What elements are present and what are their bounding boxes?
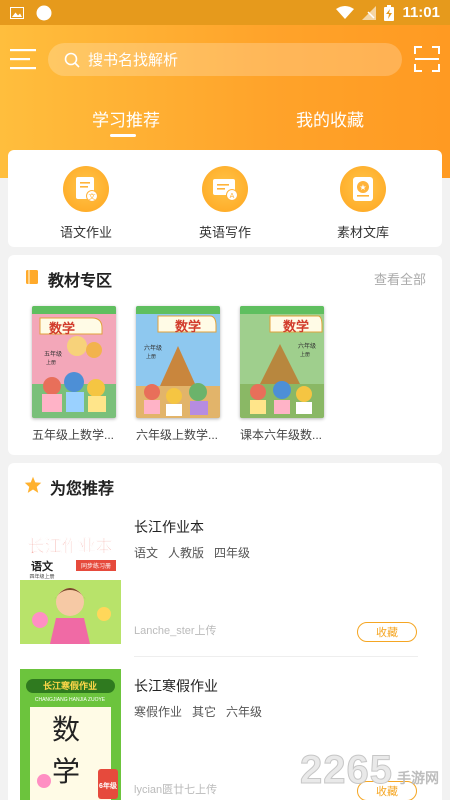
cover-pinyin: CHANGJIANG HANJIA ZUOYE [35, 697, 106, 703]
divider [134, 656, 418, 657]
recommend-title: 长江作业本 [134, 519, 204, 535]
tag: 语文 [134, 546, 159, 560]
cover-subject: 语文 [31, 559, 54, 573]
search-icon [64, 52, 80, 68]
no-signal-icon [362, 5, 377, 20]
search-placeholder: 搜书名找解析 [88, 52, 179, 69]
textbook-title: 六年级上数学... [136, 428, 219, 442]
tab-bar: 学习推荐 我的收藏 [0, 100, 450, 144]
watermark-number: 2265 [300, 748, 393, 793]
tab-study-recommend[interactable]: 学习推荐 [92, 106, 160, 131]
cover-title: 数学 [49, 321, 75, 336]
battery-charging-icon [384, 4, 395, 21]
tag: 四年级 [214, 546, 251, 560]
recommend-tags: 寒假作业 其它 六年级 [134, 703, 262, 720]
status-time: 11:01 [402, 4, 440, 21]
active-tab-indicator [110, 134, 136, 137]
section-title-text: 教材专区 [48, 273, 113, 290]
cover-grade: 五年级 [44, 350, 62, 358]
notification-dot-icon [36, 5, 52, 21]
chinese-homework-icon: 文 [63, 166, 109, 212]
gallery-icon [10, 6, 24, 19]
tab-my-favorites[interactable]: 我的收藏 [296, 106, 364, 131]
quick-action-label: 语文作业 [59, 225, 112, 240]
scan-icon[interactable] [414, 46, 440, 72]
english-glyph: A [230, 193, 235, 200]
material-library-icon: ★ [340, 166, 386, 212]
watermark-text: 手游网 [396, 770, 439, 786]
textbook-cover: 数学 六年级 上册 [136, 306, 220, 418]
textbook-cover: 数学 六年级 上册 [240, 306, 324, 418]
textbook-title: 五年级上数学... [32, 428, 115, 442]
tag: 六年级 [226, 705, 263, 719]
textbooks-card: 教材专区 查看全部 数学 五年级 上册 五年级上数学... 数学 六年级 上册 … [8, 255, 442, 455]
book-icon [24, 269, 40, 290]
cover-headline: 长江作业本 [28, 536, 113, 556]
textbook-title: 课本六年级数... [240, 428, 323, 442]
wifi-icon [336, 5, 355, 20]
cover-term: 上册 [300, 351, 310, 358]
quick-action-label: 英语写作 [198, 225, 251, 240]
favorite-button[interactable]: 收藏 [357, 622, 417, 642]
quick-action-chinese-homework[interactable]: 文 语文作业 [41, 166, 131, 241]
recommend-uploader: lycian匮廿七上传 [134, 784, 218, 796]
recommend-section-title: 为您推荐 [24, 475, 114, 499]
textbooks-section-title: 教材专区 [24, 267, 112, 291]
section-title-text: 为您推荐 [50, 481, 115, 498]
quick-action-label: 素材文库 [336, 225, 389, 240]
quick-action-english-writing[interactable]: A 英语写作 [180, 166, 270, 241]
cover-term: 上册 [146, 353, 156, 360]
english-writing-icon: A [202, 166, 248, 212]
cover-grade: 四年级上册 [29, 573, 54, 580]
textbook-item[interactable]: 数学 六年级 上册 课本六年级数... [240, 306, 330, 443]
cover-grade: 六年级 [144, 344, 162, 352]
cover-subject-1: 数 [52, 714, 80, 745]
tag: 其它 [192, 705, 217, 719]
recommend-tags: 语文 人教版 四年级 [134, 544, 250, 561]
textbook-cover: 数学 五年级 上册 [32, 306, 116, 418]
chinese-glyph: 文 [89, 192, 96, 201]
status-bar: 11:01 [0, 0, 450, 25]
recommend-cover: 长江寒假作业 CHANGJIANG HANJIA ZUOYE 数 学 6年级 [20, 669, 121, 800]
textbook-item[interactable]: 数学 五年级 上册 五年级上数学... [32, 306, 122, 443]
cover-series: 同步练习册 [81, 562, 111, 570]
menu-icon[interactable] [10, 48, 36, 70]
cover-grade: 6年级 [99, 781, 118, 790]
cover-title: 数学 [283, 319, 309, 334]
star-icon [24, 476, 42, 499]
view-all-link[interactable]: 查看全部 [374, 269, 426, 288]
cover-grade: 六年级 [298, 342, 316, 350]
cover-subject-2: 学 [52, 756, 80, 787]
recommend-cover: 长江作业本 语文 同步练习册 四年级上册 [20, 510, 121, 644]
cover-title: 数学 [175, 319, 201, 334]
top-bar: 搜书名找解析 [0, 40, 450, 80]
cover-term: 上册 [46, 359, 56, 366]
quick-action-material-library[interactable]: ★ 素材文库 [318, 166, 408, 241]
quick-actions-card: 文 语文作业 A 英语写作 ★ 素材文库 [8, 150, 442, 247]
recommend-title: 长江寒假作业 [134, 678, 218, 694]
tag: 人教版 [168, 546, 205, 560]
recommend-uploader: Lanche_ster上传 [134, 625, 217, 637]
tag: 寒假作业 [134, 705, 183, 719]
cover-headline: 长江寒假作业 [43, 680, 97, 691]
material-glyph: ★ [359, 183, 366, 192]
textbook-item[interactable]: 数学 六年级 上册 六年级上数学... [136, 306, 226, 443]
search-input[interactable]: 搜书名找解析 [48, 43, 402, 76]
site-watermark: 2265 手游网 [300, 748, 439, 793]
